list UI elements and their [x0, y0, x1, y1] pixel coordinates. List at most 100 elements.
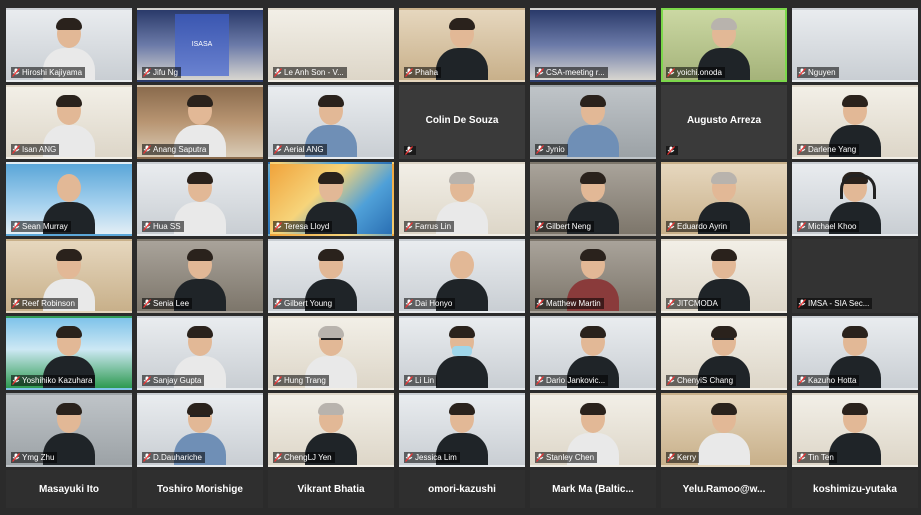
- participant-tile[interactable]: yoichi.onoda: [661, 8, 787, 82]
- muted-mic-icon: [667, 222, 675, 231]
- participant-name-center: koshimizu-yutaka: [813, 484, 897, 495]
- participant-tile[interactable]: Hung Trang: [268, 316, 394, 390]
- muted-mic-icon: [798, 453, 806, 462]
- participant-tile[interactable]: ISASA Jifu Ng: [137, 8, 263, 82]
- participant-name: Reef Robinson: [22, 299, 75, 308]
- participant-name: Phaha: [415, 68, 439, 77]
- muted-mic-icon: [667, 376, 675, 385]
- participant-tile[interactable]: Aerial ANG: [268, 85, 394, 159]
- participant-tile[interactable]: Farrus Lin: [399, 162, 525, 236]
- participant-name: Li Lin: [415, 376, 435, 385]
- muted-mic-icon: [798, 68, 806, 77]
- participant-tile[interactable]: Isan ANG: [6, 85, 132, 159]
- participant-name-label: CSA-meeting r...: [535, 67, 608, 78]
- participant-tile[interactable]: Senia Lee: [137, 239, 263, 313]
- participant-tile[interactable]: Teresa Lloyd: [268, 162, 394, 236]
- participant-tile[interactable]: Eduardo Ayrin: [661, 162, 787, 236]
- participant-name: Dario Jankovic...: [546, 376, 606, 385]
- participant-name: CSA-meeting r...: [546, 68, 605, 77]
- muted-mic-icon: [12, 145, 20, 154]
- participant-tile[interactable]: Stanley Chen: [530, 393, 656, 467]
- participant-tile[interactable]: Darlene Yang: [792, 85, 918, 159]
- muted-mic-icon: [274, 222, 282, 231]
- participant-name-center: Mark Ma (Baltic...: [552, 484, 634, 495]
- participant-tile[interactable]: Dai Honyo: [399, 239, 525, 313]
- participant-name: Darlene Yang: [808, 145, 857, 154]
- participant-tile[interactable]: Michael Khoo: [792, 162, 918, 236]
- participant-tile[interactable]: Masayuki Ito: [6, 470, 132, 508]
- participant-name: yoichi.onoda: [677, 68, 722, 77]
- participant-tile[interactable]: ChengLJ Yen: [268, 393, 394, 467]
- participant-name-label: Senia Lee: [142, 298, 193, 309]
- participant-tile[interactable]: Gilbert Neng: [530, 162, 656, 236]
- participant-tile[interactable]: Ymg Zhu: [6, 393, 132, 467]
- participant-name-center: Yelu.Ramoo@w...: [682, 484, 766, 495]
- participant-tile[interactable]: koshimizu-yutaka: [792, 470, 918, 508]
- participant-tile[interactable]: Jessica Lim: [399, 393, 525, 467]
- participant-tile[interactable]: Anang Saputra: [137, 85, 263, 159]
- participant-name: Kazuho Hotta: [808, 376, 857, 385]
- participant-tile[interactable]: Matthew Martin: [530, 239, 656, 313]
- participant-tile[interactable]: Le Anh Son - V...: [268, 8, 394, 82]
- participant-name-label: Isan ANG: [11, 144, 60, 155]
- participant-tile[interactable]: Hua SS: [137, 162, 263, 236]
- participant-name-label: IMSA - SIA Sec...: [797, 298, 873, 309]
- participant-name: Dai Honyo: [415, 299, 453, 308]
- participant-tile[interactable]: Phaha: [399, 8, 525, 82]
- participant-tile[interactable]: omori-kazushi: [399, 470, 525, 508]
- participant-name-label: Farrus Lin: [404, 221, 455, 232]
- participant-name-label: Sanjay Gupta: [142, 375, 205, 386]
- participant-tile[interactable]: Hiroshi Kajiyama: [6, 8, 132, 82]
- muted-mic-icon: [143, 376, 151, 385]
- muted-mic-icon: [405, 68, 413, 77]
- participant-tile[interactable]: Colin De Souza: [399, 85, 525, 159]
- participant-name-label: Tin Ten: [797, 452, 837, 463]
- participant-tile[interactable]: Kerry: [661, 393, 787, 467]
- participant-name: Hua SS: [153, 222, 181, 231]
- participant-tile[interactable]: Nguyen: [792, 8, 918, 82]
- participant-name: Kerry: [677, 453, 697, 462]
- participant-tile[interactable]: Kazuho Hotta: [792, 316, 918, 390]
- participant-name: Senia Lee: [153, 299, 190, 308]
- participant-name-label: Gilbert Neng: [535, 221, 594, 232]
- muted-mic-icon: [798, 222, 806, 231]
- muted-mic-icon: [12, 376, 20, 385]
- participant-name-label: Kazuho Hotta: [797, 375, 860, 386]
- participant-name: Jynio: [546, 145, 565, 154]
- participant-name-label: Dai Honyo: [404, 298, 456, 309]
- participant-tile[interactable]: Sanjay Gupta: [137, 316, 263, 390]
- participant-tile[interactable]: Tin Ten: [792, 393, 918, 467]
- participant-tile[interactable]: JITCMODA: [661, 239, 787, 313]
- participant-tile[interactable]: D.Dauhariche: [137, 393, 263, 467]
- participant-name: Stanley Chen: [546, 453, 595, 462]
- participant-name: Ymg Zhu: [22, 453, 55, 462]
- participant-tile[interactable]: Li Lin: [399, 316, 525, 390]
- participant-tile[interactable]: Jynio: [530, 85, 656, 159]
- participant-tile[interactable]: Yoshihiko Kazuhara: [6, 316, 132, 390]
- participant-tile[interactable]: Gilbert Young: [268, 239, 394, 313]
- participant-name-label: Sean Murray: [11, 221, 71, 232]
- participant-tile[interactable]: Vikrant Bhatia: [268, 470, 394, 508]
- participant-name: Sanjay Gupta: [153, 376, 202, 385]
- participant-name-label: ChengLJ Yen: [273, 452, 335, 463]
- participant-tile[interactable]: Reef Robinson: [6, 239, 132, 313]
- participant-tile[interactable]: Sean Murray: [6, 162, 132, 236]
- muted-mic-icon: [143, 145, 151, 154]
- participant-name: Isan ANG: [22, 145, 57, 154]
- participant-tile[interactable]: Augusto Arreza: [661, 85, 787, 159]
- muted-mic-icon: [274, 299, 282, 308]
- participant-tile[interactable]: CSA-meeting r...: [530, 8, 656, 82]
- participant-tile[interactable]: Toshiro Morishige: [137, 470, 263, 508]
- muted-mic-icon: [667, 453, 675, 462]
- muted-mic-icon: [536, 376, 544, 385]
- participant-tile[interactable]: Mark Ma (Baltic...: [530, 470, 656, 508]
- participant-tile[interactable]: ChenyiS Chang: [661, 316, 787, 390]
- participant-name: Jifu Ng: [153, 68, 178, 77]
- participant-name: Nguyen: [808, 68, 836, 77]
- participant-tile[interactable]: Yelu.Ramoo@w...: [661, 470, 787, 508]
- participant-video: [567, 95, 619, 157]
- participant-tile[interactable]: Dario Jankovic...: [530, 316, 656, 390]
- participant-tile[interactable]: IMSA - SIA Sec...: [792, 239, 918, 313]
- participant-name-label: ChenyiS Chang: [666, 375, 737, 386]
- participant-name: Sean Murray: [22, 222, 68, 231]
